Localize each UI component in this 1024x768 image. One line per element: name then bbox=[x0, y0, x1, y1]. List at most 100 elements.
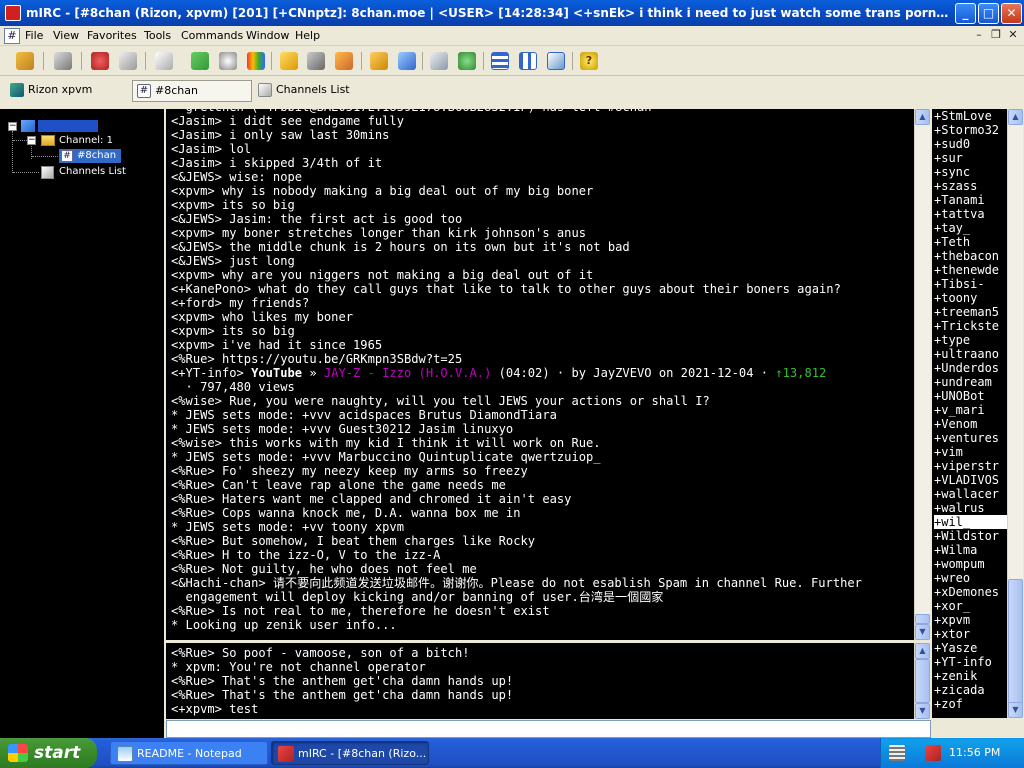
collapse-icon[interactable]: − bbox=[8, 122, 17, 131]
channel-window-icon[interactable]: # bbox=[4, 28, 20, 44]
options-icon[interactable] bbox=[54, 52, 72, 70]
nick-item[interactable]: +wallacer bbox=[934, 487, 1007, 501]
channel-list-icon[interactable] bbox=[119, 52, 137, 70]
nick-item[interactable]: +Tanami bbox=[934, 193, 1007, 207]
menu-tools[interactable]: Tools bbox=[144, 29, 171, 42]
nick-item[interactable]: +thenewde bbox=[934, 263, 1007, 277]
remote-icon[interactable] bbox=[280, 52, 298, 70]
switchbar-channels-list[interactable]: Channels List bbox=[254, 80, 374, 102]
tile-vertical-icon[interactable] bbox=[519, 52, 537, 70]
menu-favorites[interactable]: Favorites bbox=[87, 29, 137, 42]
scroll-up-icon[interactable]: ▲ bbox=[915, 109, 930, 125]
nick-item[interactable]: +Underdos bbox=[934, 361, 1007, 375]
scroll-thumb[interactable] bbox=[915, 614, 930, 624]
nick-item[interactable]: +sud0 bbox=[934, 137, 1007, 151]
scroll-thumb[interactable] bbox=[915, 659, 930, 703]
message-input-field[interactable] bbox=[167, 721, 930, 737]
tree-server-node[interactable] bbox=[38, 120, 98, 132]
mirc-tray-icon[interactable] bbox=[925, 745, 941, 761]
nick-item[interactable]: +toony bbox=[934, 291, 1007, 305]
nick-item[interactable]: +xtor bbox=[934, 627, 1007, 641]
nick-item[interactable]: +viperstr bbox=[934, 459, 1007, 473]
maximize-button[interactable]: □ bbox=[978, 3, 999, 24]
nick-item[interactable]: +vim bbox=[934, 445, 1007, 459]
close-button[interactable]: ✕ bbox=[1001, 3, 1022, 24]
nick-item[interactable]: +undream bbox=[934, 375, 1007, 389]
favorites-icon[interactable] bbox=[91, 52, 109, 70]
nick-item[interactable]: +Wilma bbox=[934, 543, 1007, 557]
scroll-down-icon[interactable]: ▼ bbox=[1008, 702, 1023, 718]
nick-item[interactable]: +VLADIVOS bbox=[934, 473, 1007, 487]
nick-item[interactable]: +wil_ bbox=[934, 515, 1007, 529]
nick-list[interactable]: +StmLove +Stormo32 +sud0 +sur +sync +szass +Ta… bbox=[932, 109, 1007, 718]
popups-icon[interactable] bbox=[307, 52, 325, 70]
minimize-button[interactable]: _ bbox=[955, 3, 976, 24]
nick-item[interactable]: +wreo bbox=[934, 571, 1007, 585]
nick-item[interactable]: +YT-info bbox=[934, 655, 1007, 669]
chat-buffer[interactable]: gretchen (~4rbbit@BAE0517E.1859E178.B66B… bbox=[166, 109, 914, 640]
keyboard-icon[interactable] bbox=[889, 745, 905, 761]
help-icon[interactable]: ? bbox=[580, 52, 598, 70]
nick-item[interactable]: +Yasze bbox=[934, 641, 1007, 655]
nick-item[interactable]: +wompum bbox=[934, 557, 1007, 571]
nick-item[interactable]: +v_mari bbox=[934, 403, 1007, 417]
notify-icon[interactable] bbox=[430, 52, 448, 70]
nick-item[interactable]: +tattva bbox=[934, 207, 1007, 221]
scripts-editor-icon[interactable] bbox=[247, 52, 265, 70]
nick-item[interactable]: +StmLove bbox=[934, 109, 1007, 123]
switchbar-channel[interactable]: # #8chan bbox=[132, 80, 252, 102]
nick-item[interactable]: +xDemones bbox=[934, 585, 1007, 599]
task-mirc[interactable]: mIRC - [#8chan (Rizo... bbox=[271, 741, 429, 765]
nick-item[interactable]: +Wildstor bbox=[934, 529, 1007, 543]
editbox-buffer[interactable]: <%Rue> So poof - vamoose, son of a bitch… bbox=[166, 643, 914, 719]
nick-item[interactable]: +ultraano bbox=[934, 347, 1007, 361]
nick-item[interactable]: +zicada bbox=[934, 683, 1007, 697]
tile-horizontal-icon[interactable] bbox=[491, 52, 509, 70]
nick-item[interactable]: +ventures bbox=[934, 431, 1007, 445]
users-icon[interactable] bbox=[335, 52, 353, 70]
nick-item[interactable]: +walrus bbox=[934, 501, 1007, 515]
mirc-app-icon[interactable] bbox=[5, 5, 21, 21]
channels-icon[interactable] bbox=[155, 52, 173, 70]
nick-item[interactable]: +treeman5 bbox=[934, 305, 1007, 319]
scroll-thumb[interactable] bbox=[1008, 579, 1023, 705]
clock[interactable]: 11:56 PM bbox=[949, 738, 1000, 768]
nick-item[interactable]: +xor_ bbox=[934, 599, 1007, 613]
dcc-chat-icon[interactable] bbox=[398, 52, 416, 70]
nick-item[interactable]: +tay_ bbox=[934, 221, 1007, 235]
child-restore-icon[interactable]: ❐ bbox=[989, 28, 1003, 42]
dcc-send-icon[interactable] bbox=[370, 52, 388, 70]
address-book-icon[interactable] bbox=[219, 52, 237, 70]
nick-item[interactable]: +type bbox=[934, 333, 1007, 347]
nick-item[interactable]: +Trickste bbox=[934, 319, 1007, 333]
task-notepad[interactable]: README - Notepad bbox=[110, 741, 268, 765]
menu-commands[interactable]: Commands bbox=[181, 29, 243, 42]
menu-view[interactable]: View bbox=[53, 29, 79, 42]
nick-item[interactable]: +szass bbox=[934, 179, 1007, 193]
message-input[interactable] bbox=[166, 720, 931, 738]
connect-icon[interactable] bbox=[16, 52, 34, 70]
tree-channel-group[interactable]: Channel: 1 bbox=[59, 134, 113, 148]
nick-item[interactable]: +zenik bbox=[934, 669, 1007, 683]
nick-item[interactable]: +UNOBot bbox=[934, 389, 1007, 403]
nick-item[interactable]: +sur bbox=[934, 151, 1007, 165]
editbox-scrollbar[interactable]: ▲ ▼ bbox=[914, 643, 930, 719]
dcc-icon[interactable] bbox=[191, 52, 209, 70]
scroll-down-icon[interactable]: ▼ bbox=[915, 624, 930, 640]
scroll-down-icon[interactable]: ▼ bbox=[915, 703, 930, 719]
cascade-icon[interactable] bbox=[547, 52, 565, 70]
menu-file[interactable]: File bbox=[25, 29, 43, 42]
nick-item[interactable]: +Stormo32 bbox=[934, 123, 1007, 137]
menu-help[interactable]: Help bbox=[295, 29, 320, 42]
nick-item[interactable]: +Tibsi- bbox=[934, 277, 1007, 291]
nick-item[interactable]: +xpvm bbox=[934, 613, 1007, 627]
nick-item[interactable]: +thebacon bbox=[934, 249, 1007, 263]
menu-window[interactable]: Window bbox=[246, 29, 289, 42]
collapse-icon[interactable]: − bbox=[27, 136, 36, 145]
switchbar-server[interactable]: Rizon xpvm bbox=[6, 80, 128, 102]
scroll-up-icon[interactable]: ▲ bbox=[915, 643, 930, 659]
nick-item[interactable]: +Venom bbox=[934, 417, 1007, 431]
nick-item[interactable]: +zof bbox=[934, 697, 1007, 711]
url-catcher-icon[interactable] bbox=[458, 52, 476, 70]
tree-channels-list[interactable]: Channels List bbox=[59, 165, 126, 179]
